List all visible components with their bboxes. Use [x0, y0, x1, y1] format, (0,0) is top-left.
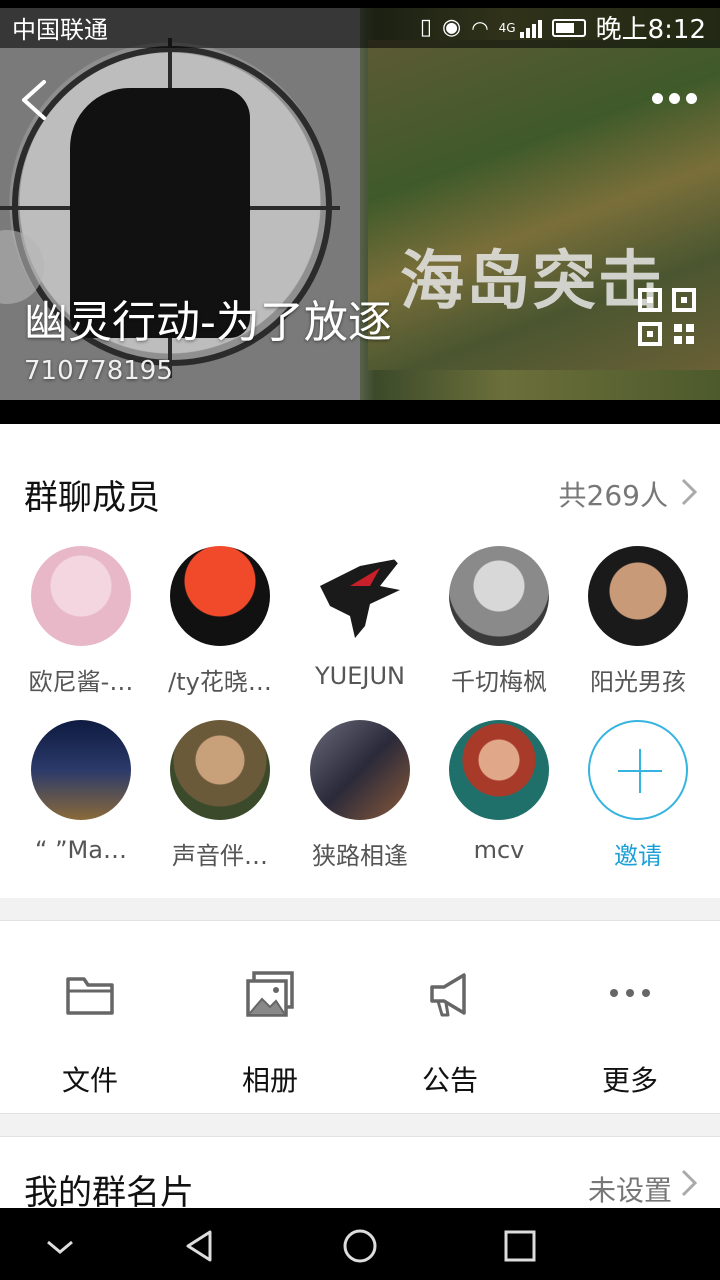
member-item[interactable]: 狭路相逢 — [290, 720, 430, 871]
eye-icon: ◉ — [442, 15, 462, 40]
group-id: 710778195 — [24, 356, 173, 386]
member-name: 千切梅枫 — [451, 668, 547, 696]
status-time: 晚上8:12 — [595, 15, 706, 45]
member-name: /ty花晓… — [168, 668, 272, 696]
group-name: 幽灵行动-为了放逐 — [24, 297, 392, 348]
more-dots-icon[interactable] — [652, 86, 702, 110]
member-item[interactable]: 阳光男孩 — [568, 546, 708, 697]
avatar — [449, 546, 549, 646]
avatar — [588, 546, 688, 646]
members-title: 群聊成员 — [24, 478, 160, 518]
member-item[interactable]: 欧尼酱-… — [11, 546, 151, 697]
status-right-group: ▯ ◉ ◠ 4G 晚上8:12 — [420, 9, 706, 46]
avatar — [449, 720, 549, 820]
members-count[interactable]: 共269人 — [559, 474, 668, 514]
avatar — [170, 546, 270, 646]
banner-overlay-text: 海岛突击 — [400, 245, 664, 319]
members-section: 群聊成员 共269人 欧尼酱-… /ty花晓… YUEJUN 千切梅枫 阳光男孩… — [0, 424, 720, 898]
nav-recents-icon[interactable] — [500, 1226, 540, 1266]
signal-icon — [519, 18, 542, 38]
chevron-right-icon[interactable] — [680, 478, 698, 506]
member-item[interactable]: YUEJUN — [290, 546, 430, 690]
member-name: “ ”Ma… — [35, 836, 127, 864]
status-bar: 中国联通 ▯ ◉ ◠ 4G 晚上8:12 — [0, 0, 720, 48]
member-item[interactable]: 声音伴… — [150, 720, 290, 871]
nav-back-icon[interactable] — [180, 1226, 220, 1266]
megaphone-icon — [430, 973, 466, 1017]
eagle-icon — [320, 558, 402, 638]
member-name: 声音伴… — [172, 842, 268, 870]
vibrate-icon: ▯ — [419, 15, 433, 40]
tool-label: 公告 — [421, 1064, 478, 1097]
battery-icon — [551, 18, 586, 37]
my-card-value: 未设置 — [587, 1174, 672, 1207]
member-item[interactable]: mcv — [429, 720, 569, 864]
photo-album-icon — [246, 971, 294, 1017]
chevron-right-icon — [681, 1169, 698, 1197]
invite-button[interactable]: 邀请 — [568, 720, 708, 871]
tool-label: 文件 — [61, 1064, 118, 1097]
nav-home-icon[interactable] — [340, 1226, 380, 1266]
tool-label: 相册 — [241, 1064, 298, 1097]
nav-collapse-icon[interactable] — [40, 1226, 80, 1266]
tool-label: 更多 — [601, 1064, 658, 1097]
tool-more[interactable]: 更多 — [540, 921, 720, 1115]
more-dots-icon — [610, 989, 650, 997]
plus-icon — [588, 720, 688, 820]
member-name: mcv — [473, 836, 525, 864]
avatar — [310, 546, 410, 646]
group-banner: 海岛突击 中国联通 ▯ ◉ ◠ 4G 晚上8:12 幽灵行动-为了放逐 7107… — [0, 0, 720, 424]
member-item[interactable]: /ty花晓… — [150, 546, 290, 697]
group-tools-bar: 文件 相册 公告 更多 — [0, 920, 720, 1114]
group-profile-screen: 海岛突击 中国联通 ▯ ◉ ◠ 4G 晚上8:12 幽灵行动-为了放逐 7107… — [0, 0, 720, 1280]
avatar — [170, 720, 270, 820]
member-name: 欧尼酱-… — [28, 668, 134, 696]
status-carrier: 中国联通 — [12, 16, 108, 44]
avatar — [310, 720, 410, 820]
tool-announcement[interactable]: 公告 — [360, 921, 540, 1115]
back-arrow-icon[interactable] — [18, 78, 58, 122]
avatar — [31, 720, 131, 820]
invite-label: 邀请 — [614, 842, 662, 870]
my-card-title: 我的群名片 — [24, 1173, 194, 1213]
folder-icon — [66, 977, 114, 1015]
member-item[interactable]: “ ”Ma… — [11, 720, 151, 864]
system-nav-bar — [0, 1208, 720, 1280]
member-name: 狭路相逢 — [312, 842, 408, 870]
my-group-card-row[interactable]: 我的群名片 未设置 — [0, 1136, 720, 1213]
tool-album[interactable]: 相册 — [180, 921, 360, 1115]
member-name: 阳光男孩 — [590, 668, 686, 696]
avatar — [31, 546, 131, 646]
wifi-icon: ◠ — [471, 15, 489, 40]
member-name: YUEJUN — [315, 662, 405, 690]
member-item[interactable]: 千切梅枫 — [429, 546, 569, 697]
tool-files[interactable]: 文件 — [0, 921, 180, 1115]
network-type: 4G — [498, 20, 516, 35]
qr-code-icon[interactable] — [638, 288, 696, 346]
